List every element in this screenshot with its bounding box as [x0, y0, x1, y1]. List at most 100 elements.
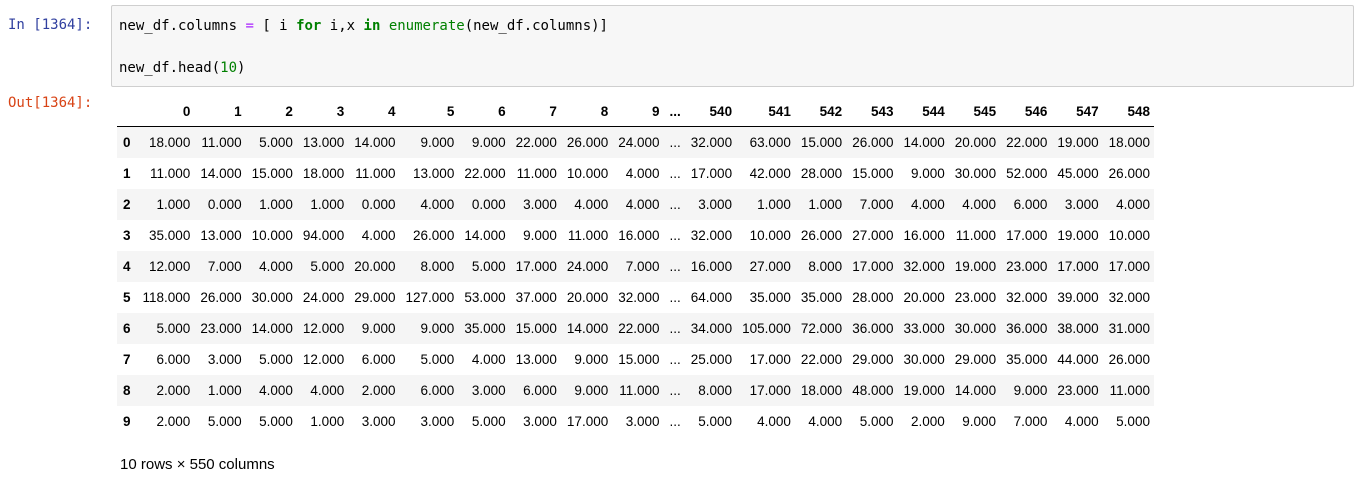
column-header: 3 [296, 96, 349, 127]
table-row: 1 11.000 14.000 15.000 18.000 11.000 13.000 22.… [117, 158, 1154, 189]
table-cell: 36.000 [852, 321, 894, 336]
column-header: 541 [736, 96, 795, 127]
table-cell: 20.000 [903, 290, 945, 305]
table-cell: 8.000 [420, 259, 455, 274]
table-cell: 4.000 [757, 414, 791, 429]
table-cell: 5.000 [259, 414, 293, 429]
table-cell: 26.000 [800, 228, 843, 243]
table-cell: 30.000 [251, 290, 293, 305]
column-header: 4 [348, 96, 400, 127]
table-cell: 17.000 [690, 166, 733, 181]
dataframe-table: 0 1 2 3 4 5 6 7 8 9... 540 541 542 543 544 545 546 547 548… [117, 96, 1154, 437]
table-cell: 10.000 [566, 166, 609, 181]
table-cell: 5.000 [207, 414, 242, 429]
table-cell: 72.000 [800, 321, 843, 336]
table-cell: 14.000 [251, 321, 293, 336]
table-cell: 17.000 [1006, 228, 1048, 243]
table-row: 4 12.000 7.000 4.000 5.000 20.000 8.000 5.000 17… [117, 251, 1154, 282]
table-cell: 4.000 [259, 259, 293, 274]
table-cell: ... [669, 383, 681, 398]
table-cell: 14.000 [354, 135, 396, 150]
table-cell: 1.000 [310, 414, 345, 429]
table-cell: 4.000 [625, 166, 660, 181]
table-cell: 10.000 [749, 228, 791, 243]
table-cell: 6.000 [1013, 197, 1048, 212]
table-cell: ... [669, 352, 681, 367]
table-cell: 10.000 [1108, 228, 1150, 243]
column-header: 7 [509, 96, 561, 127]
table-cell: 52.000 [1006, 166, 1048, 181]
column-header: 0 [136, 96, 195, 127]
table-cell: 39.000 [1057, 290, 1099, 305]
table-cell: 11.000 [355, 166, 396, 181]
table-cell: 14.000 [464, 228, 506, 243]
table-row: 5 118.000 26.000 30.000 24.000 29.000 127.000 5… [117, 282, 1154, 313]
row-index: 7 [123, 352, 131, 367]
column-header: 544 [897, 96, 949, 127]
table-cell: 38.000 [1057, 321, 1099, 336]
table-cell: 32.000 [618, 290, 660, 305]
table-cell: 32.000 [690, 135, 733, 150]
table-cell: 23.000 [200, 321, 242, 336]
table-cell: ... [669, 166, 681, 181]
table-cell: 1.000 [757, 197, 791, 212]
input-prompt: In [1364]: [8, 17, 93, 33]
table-cell: 11.000 [201, 135, 242, 150]
table-cell: 9.000 [962, 414, 997, 429]
table-cell: 30.000 [954, 321, 997, 336]
column-header: 545 [948, 96, 1001, 127]
column-header: 548 [1102, 96, 1154, 127]
column-header: 540 [684, 96, 737, 127]
row-index: 4 [123, 259, 131, 274]
table-cell: 16.000 [903, 228, 945, 243]
table-cell: 4.000 [310, 383, 345, 398]
table-cell: 5.000 [259, 135, 293, 150]
table-cell: 5.000 [259, 352, 293, 367]
code-input-area[interactable]: new_df.columns = [ i for i,x in enumerat… [111, 5, 1354, 87]
table-cell: 7.000 [207, 259, 242, 274]
table-cell: 42.000 [749, 166, 791, 181]
table-cell: 5.000 [310, 259, 345, 274]
table-cell: 32.000 [690, 228, 733, 243]
table-cell: 37.000 [515, 290, 557, 305]
column-header: 543 [846, 96, 898, 127]
table-cell: 14.000 [200, 166, 242, 181]
table-cell: 1.000 [207, 383, 242, 398]
index-header-blank [117, 96, 137, 127]
row-index: 3 [123, 228, 131, 243]
column-header: 9 [612, 96, 664, 127]
table-cell: 22.000 [800, 352, 843, 367]
table-cell: 17.000 [515, 259, 557, 274]
table-cell: 19.000 [1057, 228, 1099, 243]
table-cell: 11.000 [955, 228, 997, 243]
table-cell: 13.000 [515, 352, 557, 367]
table-cell: 5.000 [859, 414, 894, 429]
table-cell: 35.000 [149, 228, 191, 243]
table-cell: 24.000 [618, 135, 660, 150]
table-cell: 94.000 [302, 228, 345, 243]
table-cell: ... [669, 259, 681, 274]
table-cell: 18.000 [302, 166, 345, 181]
table-row: 7 6.000 3.000 5.000 12.000 6.000 5.000 4.000 13.… [117, 344, 1154, 375]
table-cell: 11.000 [1109, 383, 1150, 398]
table-cell: 17.000 [852, 259, 894, 274]
table-cell: 5.000 [471, 414, 506, 429]
table-cell: 15.000 [852, 166, 894, 181]
column-header: 546 [1000, 96, 1052, 127]
table-cell: 1.000 [310, 197, 345, 212]
table-cell: 5.000 [471, 259, 506, 274]
table-cell: 4.000 [420, 197, 455, 212]
table-cell: 6.000 [420, 383, 455, 398]
table-cell: 13.000 [413, 166, 455, 181]
table-cell: 2.000 [361, 383, 396, 398]
code-line-1: new_df.columns = [ i for i,x in enumerat… [119, 18, 608, 34]
table-cell: 4.000 [808, 414, 843, 429]
table-cell: 12.000 [149, 259, 191, 274]
table-row: 0 18.000 11.000 5.000 13.000 14.000 9.000 9.000… [117, 126, 1154, 158]
table-cell: 23.000 [1006, 259, 1048, 274]
table-cell: 34.000 [690, 321, 733, 336]
column-header: 2 [245, 96, 297, 127]
table-cell: 15.000 [251, 166, 293, 181]
table-cell: 3.000 [420, 414, 455, 429]
table-cell: 3.000 [523, 197, 557, 212]
